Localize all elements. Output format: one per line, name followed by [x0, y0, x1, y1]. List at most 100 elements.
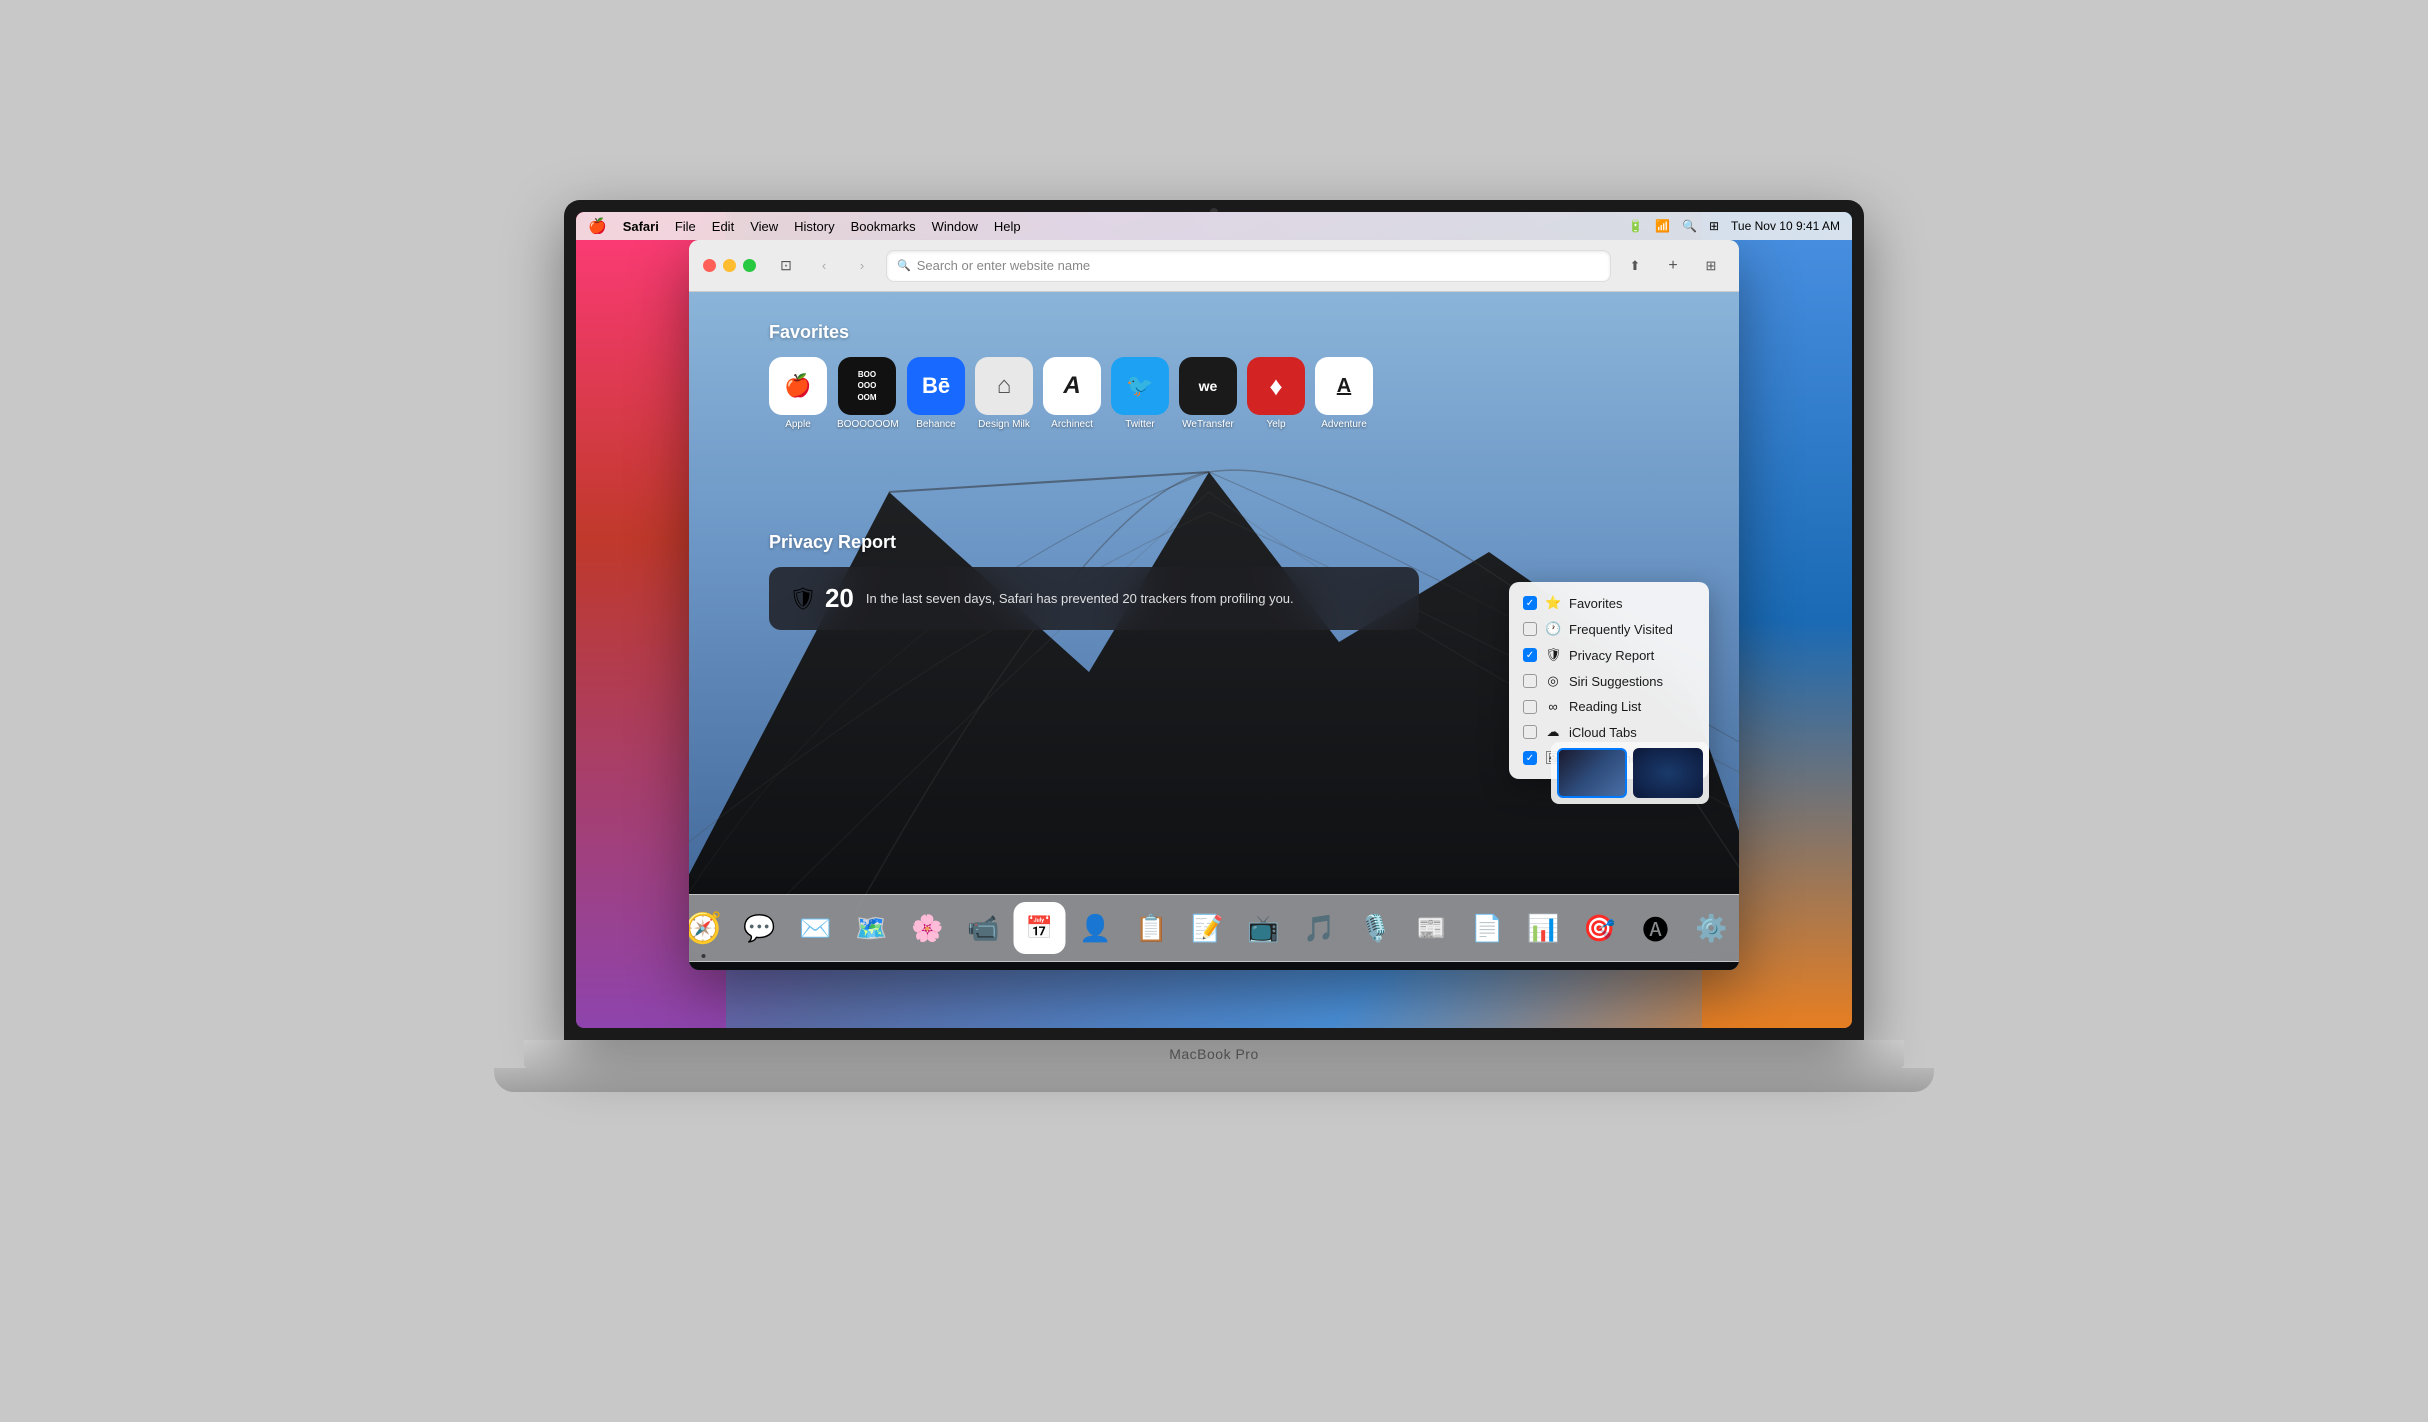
dock-keynote[interactable]: 🎯 — [1574, 902, 1626, 954]
favorite-twitter[interactable]: 🐦 Twitter — [1111, 357, 1169, 430]
apple-menu[interactable]: 🍎 — [588, 217, 607, 235]
battery-icon: 🔋 — [1628, 219, 1643, 233]
dock-appstore[interactable]: 🅐 — [1630, 902, 1682, 954]
dock-podcasts[interactable]: 🎙️ — [1350, 902, 1402, 954]
favorite-archinect[interactable]: A Archinect — [1043, 357, 1101, 430]
dock-music[interactable]: 🎵 — [1294, 902, 1346, 954]
menu-help[interactable]: Help — [994, 219, 1021, 234]
safari-content: Favorites 🍎 Apple BOOOOOOOM BOOOOOOM — [689, 292, 1739, 970]
icloud-icon: ☁ — [1545, 724, 1561, 740]
privacy-card: 🛡 20 In the last seven days, Safari has … — [769, 567, 1419, 630]
share-button[interactable]: ⬆ — [1621, 252, 1649, 280]
menu-app-name[interactable]: Safari — [623, 219, 659, 234]
favorite-yelp[interactable]: ♦ Yelp — [1247, 357, 1305, 430]
photos-icon: 🌸 — [911, 913, 943, 944]
siri-icon: ◎ — [1545, 673, 1561, 689]
dock-pages[interactable]: 📄 — [1462, 902, 1514, 954]
tracker-number: 20 — [825, 583, 854, 614]
menu-item-privacy-report[interactable]: ✓ 🛡 Privacy Report — [1509, 642, 1709, 668]
music-icon: 🎵 — [1303, 913, 1335, 944]
dock-contacts[interactable]: 👤 — [1070, 902, 1122, 954]
control-center-icon[interactable]: ⊞ — [1709, 219, 1719, 233]
adventure-icon: A — [1315, 357, 1373, 415]
menu-item-siri[interactable]: ◎ Siri Suggestions — [1509, 668, 1709, 694]
tracker-message: In the last seven days, Safari has preve… — [866, 591, 1294, 606]
frequently-visited-checkbox[interactable] — [1523, 622, 1537, 636]
dock-maps[interactable]: 🗺️ — [846, 902, 898, 954]
privacy-section: Privacy Report 🛡 20 In the last seven da… — [769, 532, 1419, 630]
dock-messages[interactable]: 💬 — [734, 902, 786, 954]
close-button[interactable] — [703, 259, 716, 272]
menu-item-label-reading: Reading List — [1569, 699, 1641, 714]
archinect-icon: A — [1043, 357, 1101, 415]
menu-edit[interactable]: Edit — [712, 219, 734, 234]
favorite-behance[interactable]: Bē Behance — [907, 357, 965, 430]
new-tab-button[interactable]: + — [1659, 252, 1687, 280]
privacy-menu-icon: 🛡 — [1545, 647, 1561, 663]
appstore-icon: 🅐 — [1642, 910, 1668, 947]
dock-numbers[interactable]: 📊 — [1518, 902, 1570, 954]
dock-facetime[interactable]: 📹 — [958, 902, 1010, 954]
dock-systemprefs[interactable]: ⚙️ — [1686, 902, 1738, 954]
bg-thumb-2[interactable] — [1633, 748, 1703, 798]
menu-bookmarks[interactable]: Bookmarks — [851, 219, 916, 234]
menu-item-favorites[interactable]: ✓ ⭐ Favorites — [1509, 590, 1709, 616]
dock-news[interactable]: 📰 — [1406, 902, 1458, 954]
boooom-icon: BOOOOOOOM — [838, 357, 896, 415]
dock-mail[interactable]: ✉️ — [790, 902, 842, 954]
contacts-icon: 👤 — [1079, 913, 1111, 944]
desktop-background: 🍎 Safari File Edit View History Bookmark… — [576, 212, 1852, 1028]
dock-calendar[interactable]: 📅 — [1014, 902, 1066, 954]
favorite-adventure[interactable]: A Adventure — [1315, 357, 1373, 430]
menu-window[interactable]: Window — [932, 219, 978, 234]
appletv-icon: 📺 — [1247, 913, 1279, 944]
archinect-label: Archinect — [1051, 419, 1093, 430]
favorite-wetransfer[interactable]: we WeTransfer — [1179, 357, 1237, 430]
maps-icon: 🗺️ — [855, 913, 887, 944]
maximize-button[interactable] — [743, 259, 756, 272]
menu-item-reading-list[interactable]: ∞ Reading List — [1509, 694, 1709, 719]
designmilk-label: Design Milk — [978, 419, 1030, 430]
screen-bezel: 🍎 Safari File Edit View History Bookmark… — [564, 200, 1864, 1040]
menu-item-label-favorites: Favorites — [1569, 596, 1622, 611]
bg-thumb-1[interactable] — [1557, 748, 1627, 798]
boooom-label: BOOOOOOM — [837, 419, 897, 430]
menu-item-label-icloud: iCloud Tabs — [1569, 725, 1637, 740]
dock-appletv[interactable]: 📺 — [1238, 902, 1290, 954]
dock-reminders[interactable]: 📋 — [1126, 902, 1178, 954]
favorite-designmilk[interactable]: ⌂ Design Milk — [975, 357, 1033, 430]
search-icon[interactable]: 🔍 — [1682, 219, 1697, 233]
privacy-report-checkbox[interactable]: ✓ — [1523, 648, 1537, 662]
forward-button[interactable]: › — [848, 252, 876, 280]
sidebar-toggle[interactable]: ⊡ — [772, 252, 800, 280]
minimize-button[interactable] — [723, 259, 736, 272]
menu-file[interactable]: File — [675, 219, 696, 234]
favorite-boooom[interactable]: BOOOOOOOM BOOOOOOM — [837, 357, 897, 430]
dock-safari[interactable]: 🧭 — [689, 902, 730, 954]
reading-list-checkbox[interactable] — [1523, 700, 1537, 714]
tab-overview-button[interactable]: ⊞ — [1697, 252, 1725, 280]
apple-icon: 🍎 — [769, 357, 827, 415]
favorites-grid: 🍎 Apple BOOOOOOOM BOOOOOOM Bē Behance — [769, 357, 1373, 430]
dock-notes[interactable]: 📝 — [1182, 902, 1234, 954]
reminders-icon: 📋 — [1135, 913, 1167, 944]
systemprefs-icon: ⚙️ — [1695, 913, 1727, 944]
apple-label: Apple — [785, 419, 811, 430]
favorites-checkbox[interactable]: ✓ — [1523, 596, 1537, 610]
address-bar[interactable]: 🔍 Search or enter website name — [886, 250, 1611, 282]
back-button[interactable]: ‹ — [810, 252, 838, 280]
facetime-icon: 📹 — [967, 913, 999, 944]
background-checkbox[interactable]: ✓ — [1523, 751, 1537, 765]
icloud-tabs-checkbox[interactable] — [1523, 725, 1537, 739]
siri-checkbox[interactable] — [1523, 674, 1537, 688]
macbook-base — [494, 1068, 1934, 1092]
twitter-label: Twitter — [1125, 419, 1154, 430]
menu-view[interactable]: View — [750, 219, 778, 234]
mail-icon: ✉️ — [799, 913, 831, 944]
dock-photos[interactable]: 🌸 — [902, 902, 954, 954]
menu-history[interactable]: History — [794, 219, 834, 234]
datetime: Tue Nov 10 9:41 AM — [1731, 219, 1840, 233]
calendar-icon: 📅 — [1026, 917, 1053, 939]
favorite-apple[interactable]: 🍎 Apple — [769, 357, 827, 430]
menu-item-frequently-visited[interactable]: 🕐 Frequently Visited — [1509, 616, 1709, 642]
